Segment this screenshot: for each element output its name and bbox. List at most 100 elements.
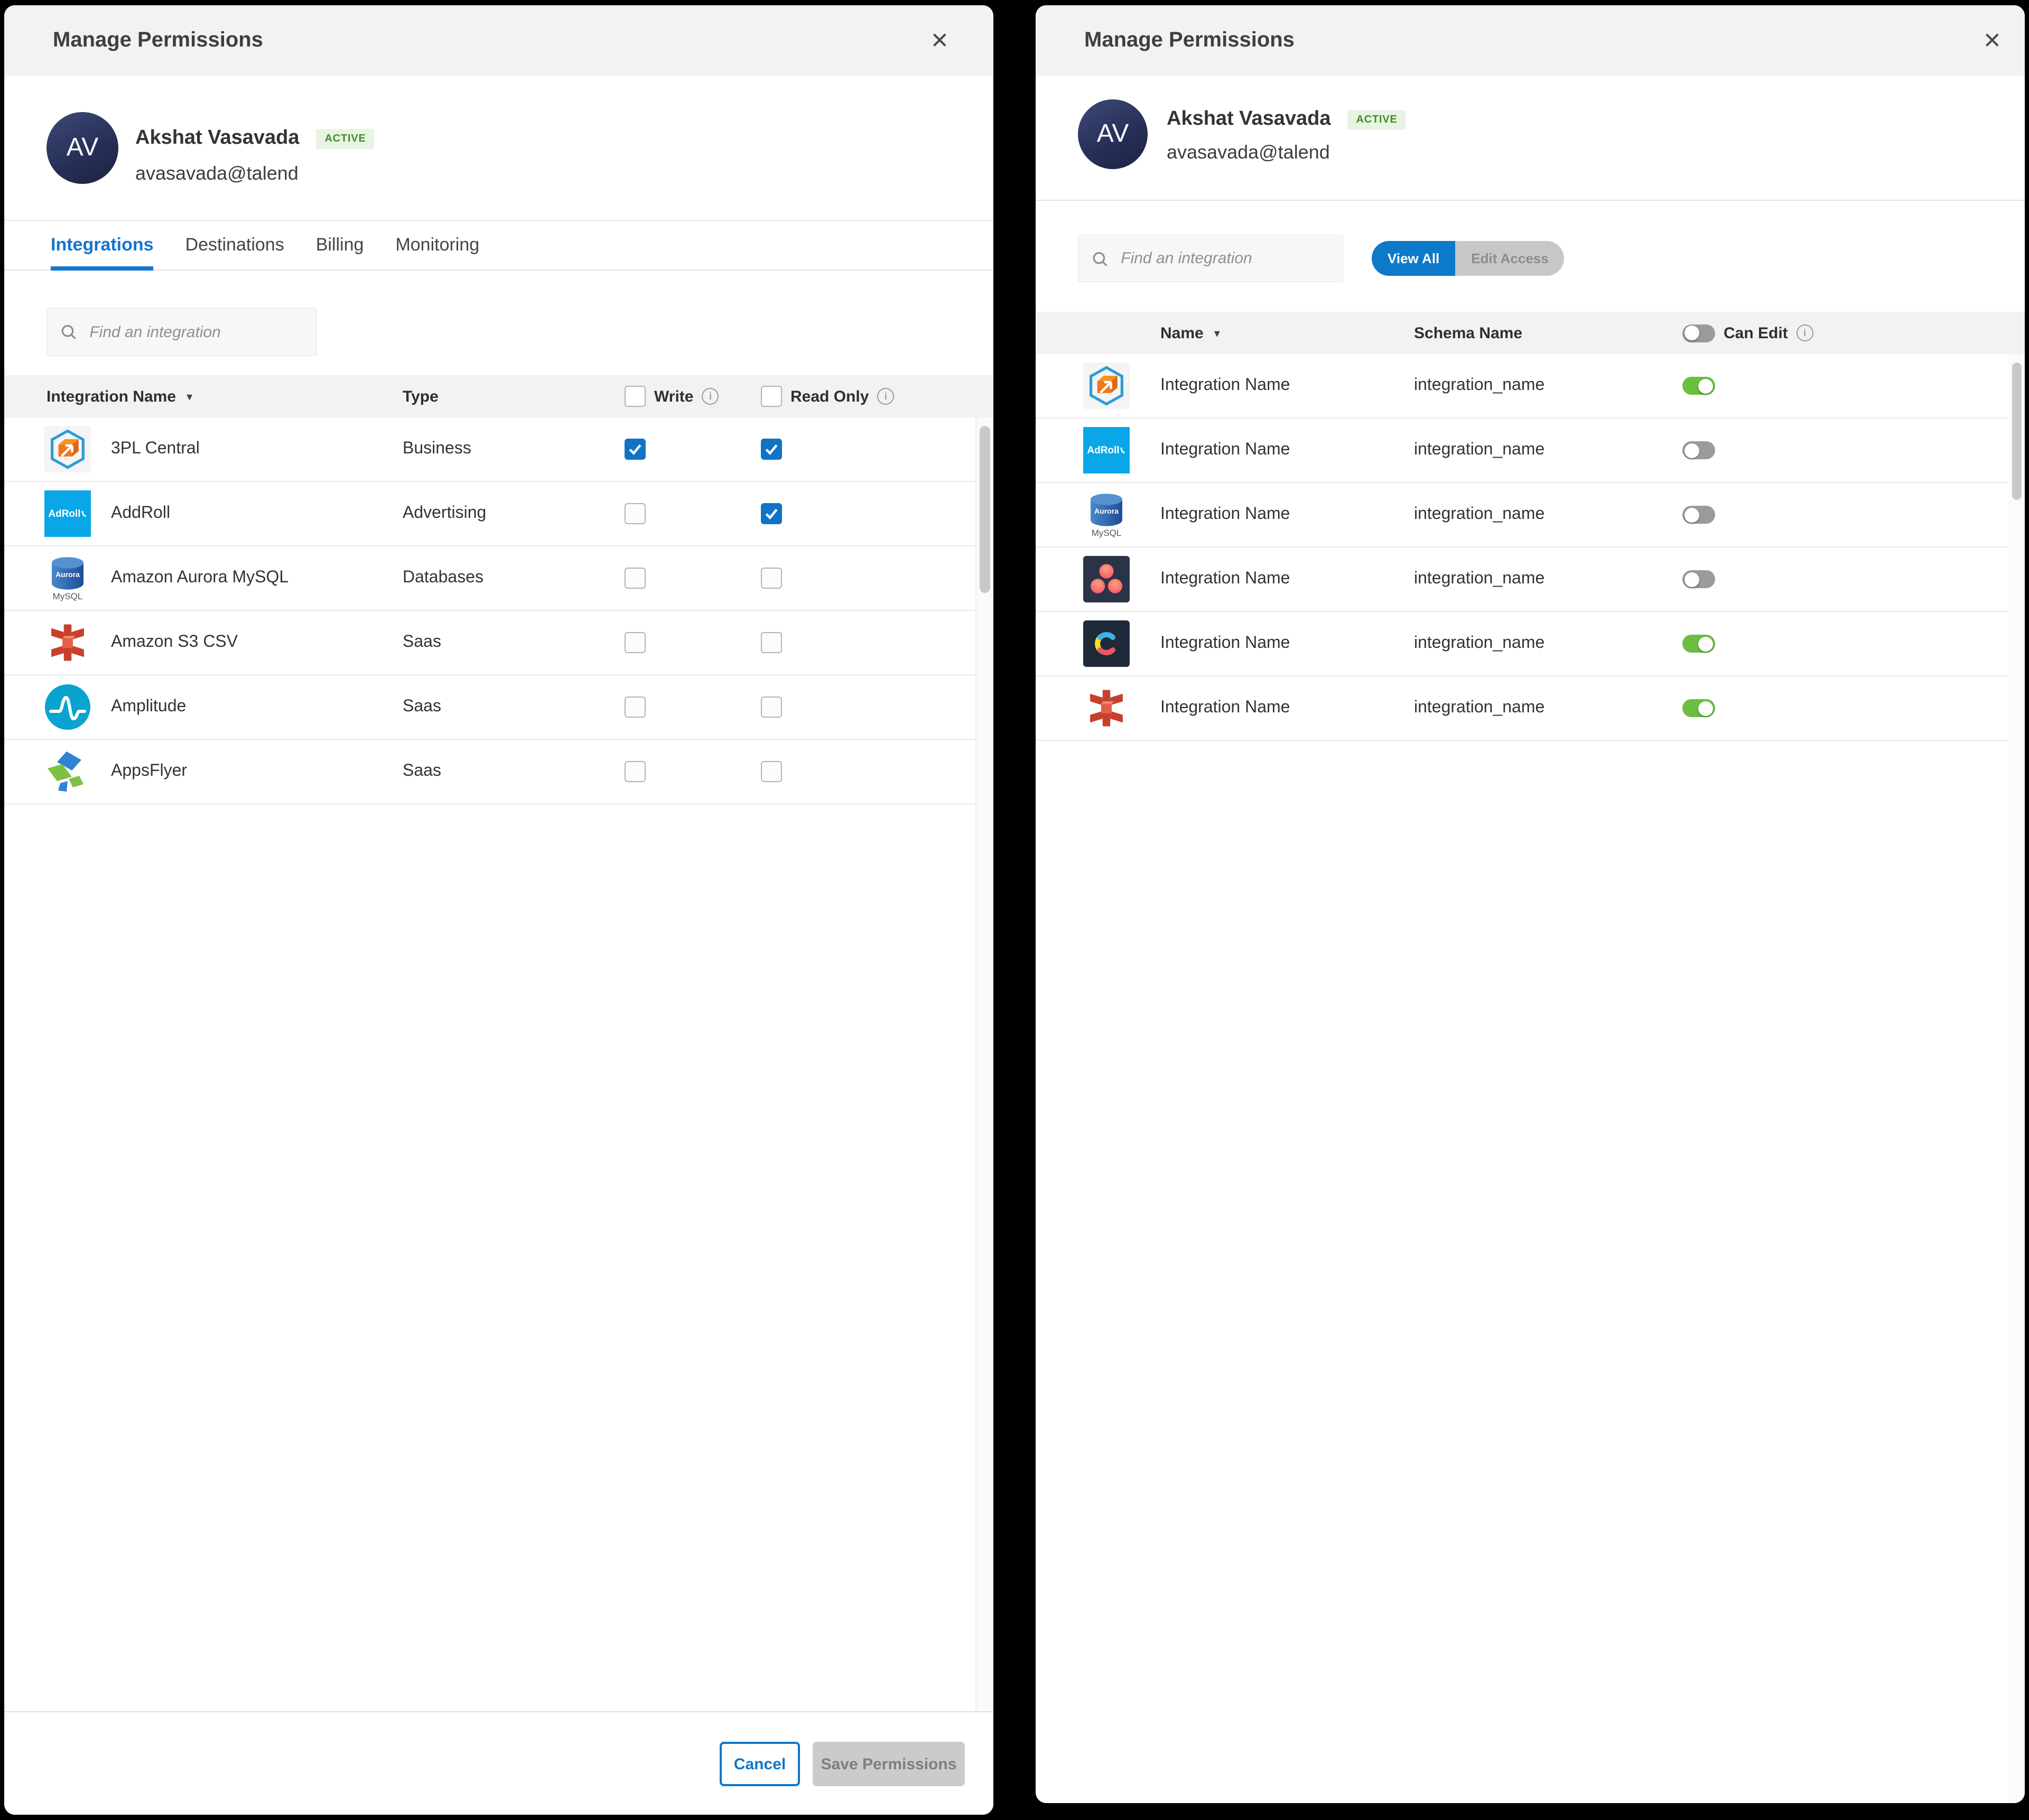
column-schema-name: Schema Name [1414, 312, 1522, 354]
adroll-icon: AdRoll [1083, 427, 1130, 473]
status-badge: ACTIVE [317, 128, 375, 148]
read-only-checkbox[interactable] [761, 439, 782, 460]
schema-name: integration_name [1414, 634, 1544, 653]
write-checkbox[interactable] [625, 439, 646, 460]
scrollbar-track[interactable] [2009, 354, 2025, 1803]
scrollbar-thumb[interactable] [2012, 363, 2022, 500]
read-only-checkbox[interactable] [761, 503, 782, 524]
schema-name: integration_name [1414, 376, 1544, 395]
write-checkbox[interactable] [625, 568, 646, 589]
column-name[interactable]: Name ▾ [1160, 312, 1220, 354]
user-name: Akshat Vasavada [1167, 108, 1331, 131]
can-edit-toggle[interactable] [1682, 377, 1715, 395]
tab-integrations[interactable]: Integrations [51, 220, 154, 270]
write-checkbox[interactable] [625, 632, 646, 653]
integration-row: AppsFlyer Saas [4, 740, 993, 804]
modal-header: Manage Permissions ✕ [1036, 5, 2025, 76]
integration-type: Business [403, 440, 471, 459]
3pl-central-icon [44, 426, 91, 472]
appsflyer-icon [44, 748, 91, 795]
column-can-edit: Can Edit i [1682, 312, 1813, 354]
close-icon[interactable]: ✕ [1983, 30, 2002, 52]
user-name-row: Akshat Vasavada ACTIVE [135, 127, 375, 150]
read-only-checkbox[interactable] [761, 568, 782, 589]
integration-row: Amplitude Saas [4, 675, 993, 740]
schema-row: AuroraMySQL Integration Name integration… [1036, 483, 2025, 547]
user-name: Akshat Vasavada [135, 127, 300, 150]
cancel-button[interactable]: Cancel [720, 1742, 800, 1786]
read-only-checkbox[interactable] [761, 697, 782, 718]
search-input[interactable] [1119, 248, 1329, 268]
table-header: Integration Name ▾ Type Write i Read Onl… [4, 375, 993, 417]
tab-monitoring[interactable]: Monitoring [395, 220, 479, 270]
column-label: Schema Name [1414, 324, 1522, 342]
status-badge: ACTIVE [1348, 109, 1406, 129]
read-only-checkbox[interactable] [761, 761, 782, 782]
can-edit-all-toggle[interactable] [1682, 324, 1715, 342]
integration-name: Integration Name [1160, 699, 1290, 718]
integration-name: Integration Name [1160, 634, 1290, 653]
manage-permissions-modal-left: Manage Permissions ✕ AV Akshat Vasavada … [4, 5, 993, 1815]
modal-header: Manage Permissions ✕ [4, 5, 993, 76]
schema-row: AdRoll Integration Name integration_name [1036, 419, 2025, 483]
close-icon[interactable]: ✕ [930, 30, 949, 52]
modal-footer: Cancel Save Permissions [4, 1711, 993, 1815]
adroll-logo-text: AdRoll [1087, 444, 1119, 456]
toggle-knob [1698, 378, 1713, 393]
aurora-mysql-icon: AuroraMySQL [44, 555, 91, 601]
column-integration-name[interactable]: Integration Name ▾ [46, 375, 192, 417]
column-label: Can Edit [1724, 324, 1788, 342]
search-icon [60, 322, 77, 341]
access-filter-toggle: View All Edit Access [1372, 241, 1565, 276]
can-edit-toggle[interactable] [1682, 441, 1715, 459]
column-type: Type [403, 375, 439, 417]
save-permissions-button[interactable]: Save Permissions [813, 1742, 965, 1786]
write-checkbox[interactable] [625, 697, 646, 718]
read-only-select-all-checkbox[interactable] [761, 386, 782, 407]
integration-type: Advertising [403, 504, 486, 523]
write-checkbox[interactable] [625, 761, 646, 782]
toggle-knob [1684, 443, 1699, 458]
schema-row: Integration Name integration_name [1036, 354, 2025, 419]
search-input[interactable] [87, 322, 303, 342]
column-write: Write i [625, 375, 719, 417]
info-icon[interactable]: i [877, 388, 894, 405]
contentful-icon [1083, 620, 1130, 667]
manage-permissions-modal-right: Manage Permissions ✕ AV Akshat Vasavada … [1036, 5, 2025, 1803]
info-icon[interactable]: i [702, 388, 719, 405]
write-select-all-checkbox[interactable] [625, 386, 646, 407]
toggle-knob [1684, 572, 1699, 587]
tab-billing[interactable]: Billing [316, 220, 364, 270]
schema-table-body: Integration Name integration_name AdRoll… [1036, 354, 2025, 741]
user-email: avasavada@talend [135, 163, 299, 185]
integration-name: Integration Name [1160, 376, 1290, 395]
read-only-checkbox[interactable] [761, 632, 782, 653]
amplitude-icon [44, 684, 91, 730]
search-icon [1092, 249, 1108, 268]
check-icon [764, 442, 779, 457]
column-label: Name [1160, 324, 1204, 342]
info-icon[interactable]: i [1797, 324, 1813, 341]
avatar: AV [1078, 99, 1148, 169]
edit-access-pill[interactable]: Edit Access [1455, 241, 1564, 276]
integration-name: AddRoll [111, 504, 170, 523]
adroll-icon: AdRoll [44, 490, 91, 537]
avatar: AV [46, 112, 118, 184]
write-checkbox[interactable] [625, 503, 646, 524]
integration-row: AdRoll AddRoll Advertising [4, 482, 993, 546]
search-box [1078, 235, 1343, 282]
view-all-pill[interactable]: View All [1372, 241, 1455, 276]
column-read-only: Read Only i [761, 375, 894, 417]
can-edit-toggle[interactable] [1682, 699, 1715, 717]
can-edit-toggle[interactable] [1682, 635, 1715, 653]
svg-text:Aurora: Aurora [1094, 506, 1119, 515]
scrollbar-thumb[interactable] [980, 426, 990, 593]
tab-destinations[interactable]: Destinations [185, 220, 284, 270]
integration-name: Integration Name [1160, 505, 1290, 524]
integration-row: 3PL Central Business [4, 417, 993, 482]
can-edit-toggle[interactable] [1682, 506, 1715, 524]
scrollbar-track[interactable] [975, 417, 993, 1712]
can-edit-toggle[interactable] [1682, 570, 1715, 588]
integration-type: Saas [403, 633, 441, 652]
user-block: AV Akshat Vasavada ACTIVE avasavada@tale… [1036, 76, 2025, 201]
